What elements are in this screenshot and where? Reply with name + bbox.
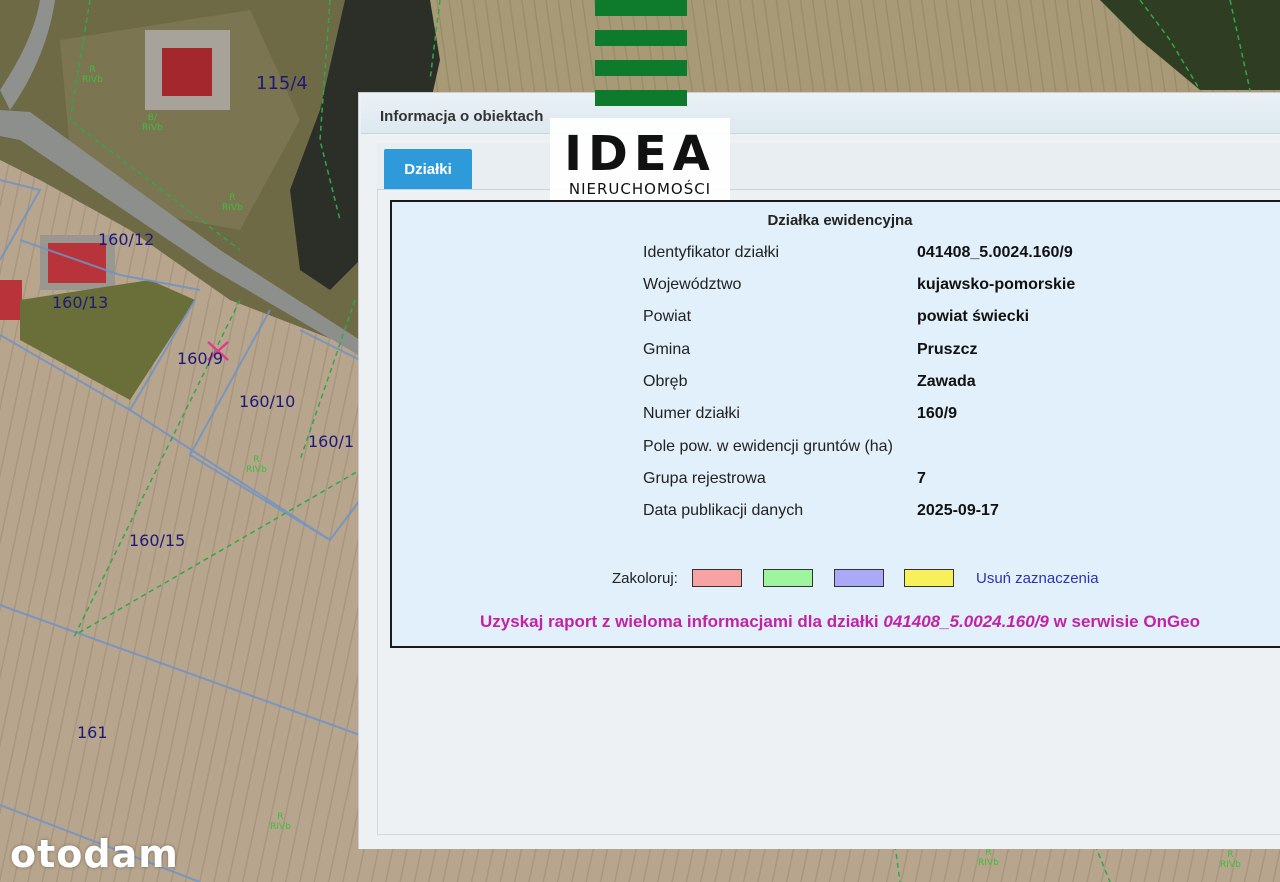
tab-dzialki[interactable]: Działki [384,149,472,189]
panel-title: Informacja o obiektach [380,108,544,125]
color-swatch-yellow[interactable] [904,569,954,587]
tab-strip: Działki [377,143,1280,190]
map-parcel-label: 115/4 [256,73,308,94]
map-land-use-code: R RIVb [1220,850,1241,870]
logo-stripes [595,0,687,110]
logo-sub-text: NIERUCHOMOŚCI [568,180,712,198]
logo-stripe [595,30,687,46]
color-swatch-red[interactable] [692,569,742,587]
map-land-use-code: R RIVb [270,812,291,832]
logo-stripe [595,90,687,106]
ongeo-report-link[interactable]: Uzyskaj raport z wieloma informacjami dl… [392,612,1280,632]
colorize-label: Zakoloruj: [612,570,678,587]
info-row-value: 2025-09-17 [917,502,999,519]
color-swatch-blue[interactable] [834,569,884,587]
map-land-use-code: B/ RIVb [142,113,163,133]
map-parcel-label: 160/1 [308,432,355,451]
map-land-use-code: R RIVb [222,193,243,213]
map-parcel-label: 160/15 [129,531,186,550]
info-row-label: Pole pow. w ewidencji gruntów (ha) [643,438,893,455]
info-row-label: Data publikacji danych [643,502,804,519]
report-suffix: w serwisie OnGeo [1053,612,1201,631]
info-row: Powiat powiat świecki [392,308,1280,330]
map-land-use-code: R RIVb [978,848,999,868]
color-swatch-green[interactable] [763,569,813,587]
map-parcel-label: 160/12 [98,230,155,249]
logo-stripe [595,0,687,16]
info-row: Obręb Zawada [392,373,1280,395]
idea-logo: IDEA NIERUCHOMOŚCI [550,118,730,200]
map-parcel-label: 161 [77,723,108,742]
report-prefix: Uzyskaj raport z wieloma informacjami dl… [479,612,879,631]
info-row-value: 7 [917,470,926,487]
parcel-info-box: Działka ewidencyjna Identyfikator działk… [390,200,1280,648]
info-row-value: Pruszcz [917,341,978,358]
info-row: Gmina Pruszcz [392,341,1280,363]
map-parcel-label: 160/10 [239,392,296,411]
report-parcel-id: 041408_5.0024.160/9 [883,612,1049,631]
info-row-label: Grupa rejestrowa [643,470,766,487]
panel-header[interactable]: Informacja o obiektach [361,95,1280,134]
logo-stripe [595,60,687,76]
otodam-watermark: otodam [10,832,179,876]
info-row-value: 160/9 [917,405,958,422]
info-row-label: Gmina [643,341,691,358]
info-row: Pole pow. w ewidencji gruntów (ha) [392,438,1280,460]
clear-selection-link[interactable]: Usuń zaznaczenia [976,570,1099,587]
logo-main-text: IDEA [564,126,716,182]
info-row: Data publikacji danych 2025-09-17 [392,502,1280,524]
info-row-label: Województwo [643,276,742,293]
info-row: Województwo kujawsko-pomorskie [392,276,1280,298]
map-land-use-code: R RIVb [82,65,103,85]
map-parcel-label: 160/9 [177,349,224,368]
map-land-use-code: R RIVb [246,455,267,475]
info-row-value: 041408_5.0024.160/9 [917,244,1073,261]
info-row-value: powiat świecki [917,308,1030,325]
info-row-label: Powiat [643,308,692,325]
info-row-label: Identyfikator działki [643,244,780,261]
info-row-value: kujawsko-pomorskie [917,276,1076,293]
map-parcel-label: 160/13 [52,293,109,312]
parcel-info-heading: Działka ewidencyjna [767,212,913,229]
info-row-value: Zawada [917,373,976,390]
info-row-label: Numer działki [643,405,740,422]
info-row: Grupa rejestrowa 7 [392,470,1280,492]
object-info-panel: Informacja o obiektach Działki Działka e… [358,92,1280,849]
info-row: Identyfikator działki 041408_5.0024.160/… [392,244,1280,266]
info-row-label: Obręb [643,373,688,390]
info-row: Numer działki 160/9 [392,405,1280,427]
